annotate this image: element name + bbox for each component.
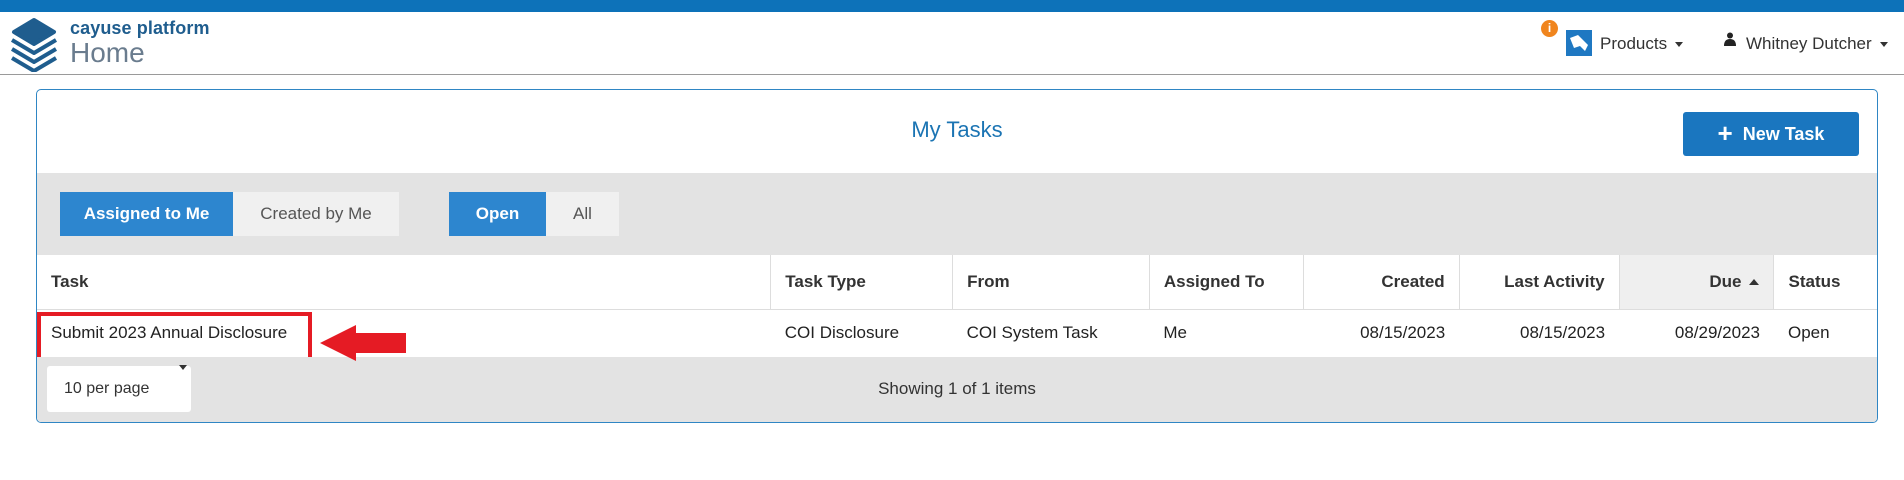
created-cell: 08/15/2023 [1360,323,1446,343]
top-accent-bar [0,0,1904,12]
status-cell: Open [1787,323,1830,343]
column-header-assigned-to[interactable]: Assigned To [1149,255,1304,310]
panel-title: My Tasks [911,117,1003,142]
showing-count: Showing 1 of 1 items [878,379,1036,398]
column-header-created[interactable]: Created [1303,255,1460,310]
new-task-button[interactable]: + New Task [1683,112,1859,156]
user-name: Whitney Dutcher [1746,34,1872,53]
from-cell: COI System Task [966,323,1098,343]
user-icon [1724,32,1736,46]
column-header-due[interactable]: Due [1619,255,1775,310]
assigned-to-cell: Me [1163,323,1187,343]
scope-toggle: Assigned to Me Created by Me [60,192,399,236]
table-footer: 10 per page Showing 1 of 1 items [37,357,1877,422]
table-row[interactable]: Submit 2023 Annual Disclosure COI Disclo… [37,309,1877,365]
chevron-down-icon [179,365,187,370]
tasks-table: Task Task Type From Assigned To Created … [37,255,1877,365]
cayuse-logo-icon[interactable] [6,16,62,72]
new-task-label: New Task [1742,123,1825,144]
column-header-last-activity[interactable]: Last Activity [1459,255,1620,310]
chevron-down-icon [1879,42,1888,48]
products-menu[interactable]: Products [1600,34,1684,54]
column-header-from[interactable]: From [952,255,1150,310]
plus-icon: + [1717,118,1733,148]
info-notification-icon[interactable]: i [1541,20,1558,37]
due-cell: 08/29/2023 [1674,323,1760,343]
sort-ascending-icon [1749,279,1760,286]
column-header-task[interactable]: Task [37,255,772,310]
my-tasks-panel: My Tasks + New Task Assigned to Me Creat… [36,89,1878,423]
task-link[interactable]: Submit 2023 Annual Disclosure [51,323,287,342]
due-header-label: Due [1709,271,1742,291]
red-arrow-annotation-icon [320,325,406,361]
products-icon[interactable] [1566,30,1592,56]
column-header-status[interactable]: Status [1773,255,1877,310]
open-filter-button[interactable]: Open [449,192,546,236]
task-type-cell: COI Disclosure [784,323,900,343]
products-label: Products [1600,34,1668,53]
all-filter-button[interactable]: All [546,192,619,236]
brand[interactable]: cayuse platform Home [70,18,210,68]
assigned-to-me-button[interactable]: Assigned to Me [60,192,233,236]
last-activity-cell: 08/15/2023 [1519,323,1606,343]
brand-section-title: Home [70,37,145,68]
filter-bar: Assigned to Me Created by Me Open All [37,173,1877,255]
user-menu[interactable]: Whitney Dutcher [1746,34,1888,54]
app-header: cayuse platform Home i Products Whitney … [0,12,1904,75]
created-by-me-button[interactable]: Created by Me [233,192,399,236]
chevron-down-icon [1675,42,1684,48]
brand-platform: cayuse platform [70,18,210,38]
state-toggle: Open All [449,192,619,236]
column-header-task-type[interactable]: Task Type [770,255,954,310]
table-header-row: Task Task Type From Assigned To Created … [37,255,1877,310]
